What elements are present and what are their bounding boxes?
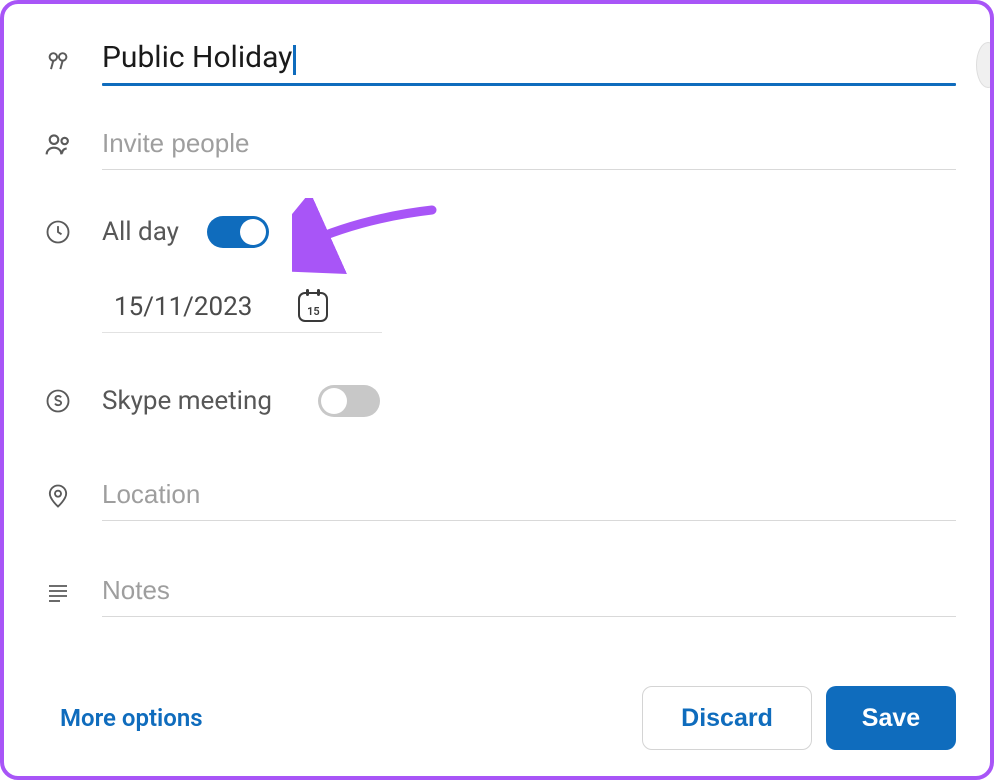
skype-row: Skype meeting: [42, 385, 956, 417]
clock-icon: [42, 218, 74, 246]
toggle-knob: [240, 219, 266, 245]
footer: More options Discard Save: [60, 686, 956, 750]
location-row: [42, 471, 956, 520]
allday-label: All day: [102, 217, 179, 247]
invite-row: [42, 120, 956, 169]
divider: [102, 520, 956, 521]
toggle-knob: [321, 388, 347, 414]
skype-toggle[interactable]: [318, 385, 380, 417]
discard-button[interactable]: Discard: [642, 686, 812, 750]
notes-input[interactable]: [102, 567, 956, 616]
location-input[interactable]: [102, 471, 956, 520]
skype-icon: [42, 387, 74, 415]
skype-label: Skype meeting: [102, 386, 272, 416]
people-icon: [42, 129, 74, 161]
allday-toggle[interactable]: [207, 216, 269, 248]
more-options-link[interactable]: More options: [60, 704, 203, 732]
date-field[interactable]: 15/11/2023 15: [102, 288, 382, 333]
calendar-icon[interactable]: 15: [298, 292, 328, 322]
date-row: 15/11/2023 15: [102, 288, 956, 333]
notes-row: [42, 567, 956, 616]
button-group: Discard Save: [642, 686, 956, 750]
allday-row: All day: [42, 216, 956, 248]
notes-icon: [42, 580, 74, 604]
divider: [102, 616, 956, 617]
event-form: Public Holiday All day: [0, 0, 994, 780]
emoji-icon[interactable]: [42, 47, 74, 75]
text-caret: [293, 45, 296, 75]
title-underline: [102, 83, 956, 86]
invite-input[interactable]: [102, 120, 956, 169]
title-row: Public Holiday: [42, 38, 956, 83]
date-text: 15/11/2023: [114, 292, 252, 322]
overflow-indicator: [976, 42, 994, 88]
location-icon: [42, 481, 74, 511]
divider: [102, 169, 956, 170]
title-field[interactable]: Public Holiday: [102, 38, 956, 83]
save-button[interactable]: Save: [826, 686, 956, 750]
title-text: Public Holiday: [102, 40, 292, 75]
